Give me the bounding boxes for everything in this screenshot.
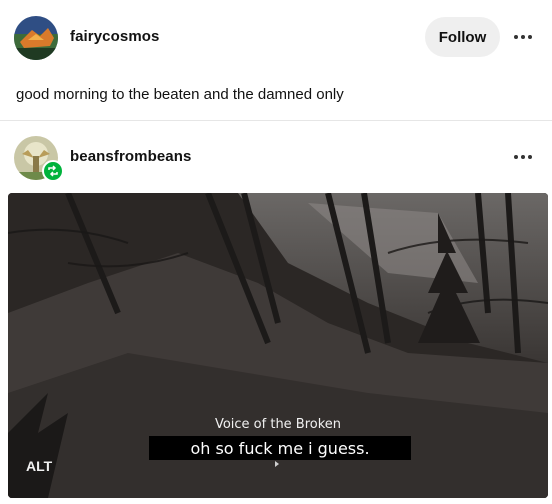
alt-badge[interactable]: ALT	[26, 458, 52, 474]
post-body-text: good morning to the beaten and the damne…	[16, 86, 344, 103]
subtitle-box: oh so fuck me i guess.	[149, 436, 411, 460]
subtitle-text: oh so fuck me i guess.	[190, 438, 370, 458]
reblog-icon	[42, 160, 64, 182]
post-image[interactable]: Voice of the Broken oh so fuck me i gues…	[8, 193, 548, 498]
username[interactable]: fairycosmos	[70, 28, 159, 45]
post-header-beansfrombeans: beansfrombeans	[0, 128, 552, 188]
post-header-fairycosmos: fairycosmos Follow	[0, 8, 552, 68]
speaker-caption: Voice of the Broken	[214, 417, 342, 432]
username[interactable]: beansfrombeans	[70, 148, 191, 165]
avatar[interactable]	[14, 16, 58, 60]
follow-button[interactable]: Follow	[425, 17, 500, 57]
more-icon[interactable]	[508, 26, 538, 48]
post-divider	[0, 120, 552, 121]
cursor-marker	[275, 461, 279, 467]
more-icon[interactable]	[508, 146, 538, 168]
